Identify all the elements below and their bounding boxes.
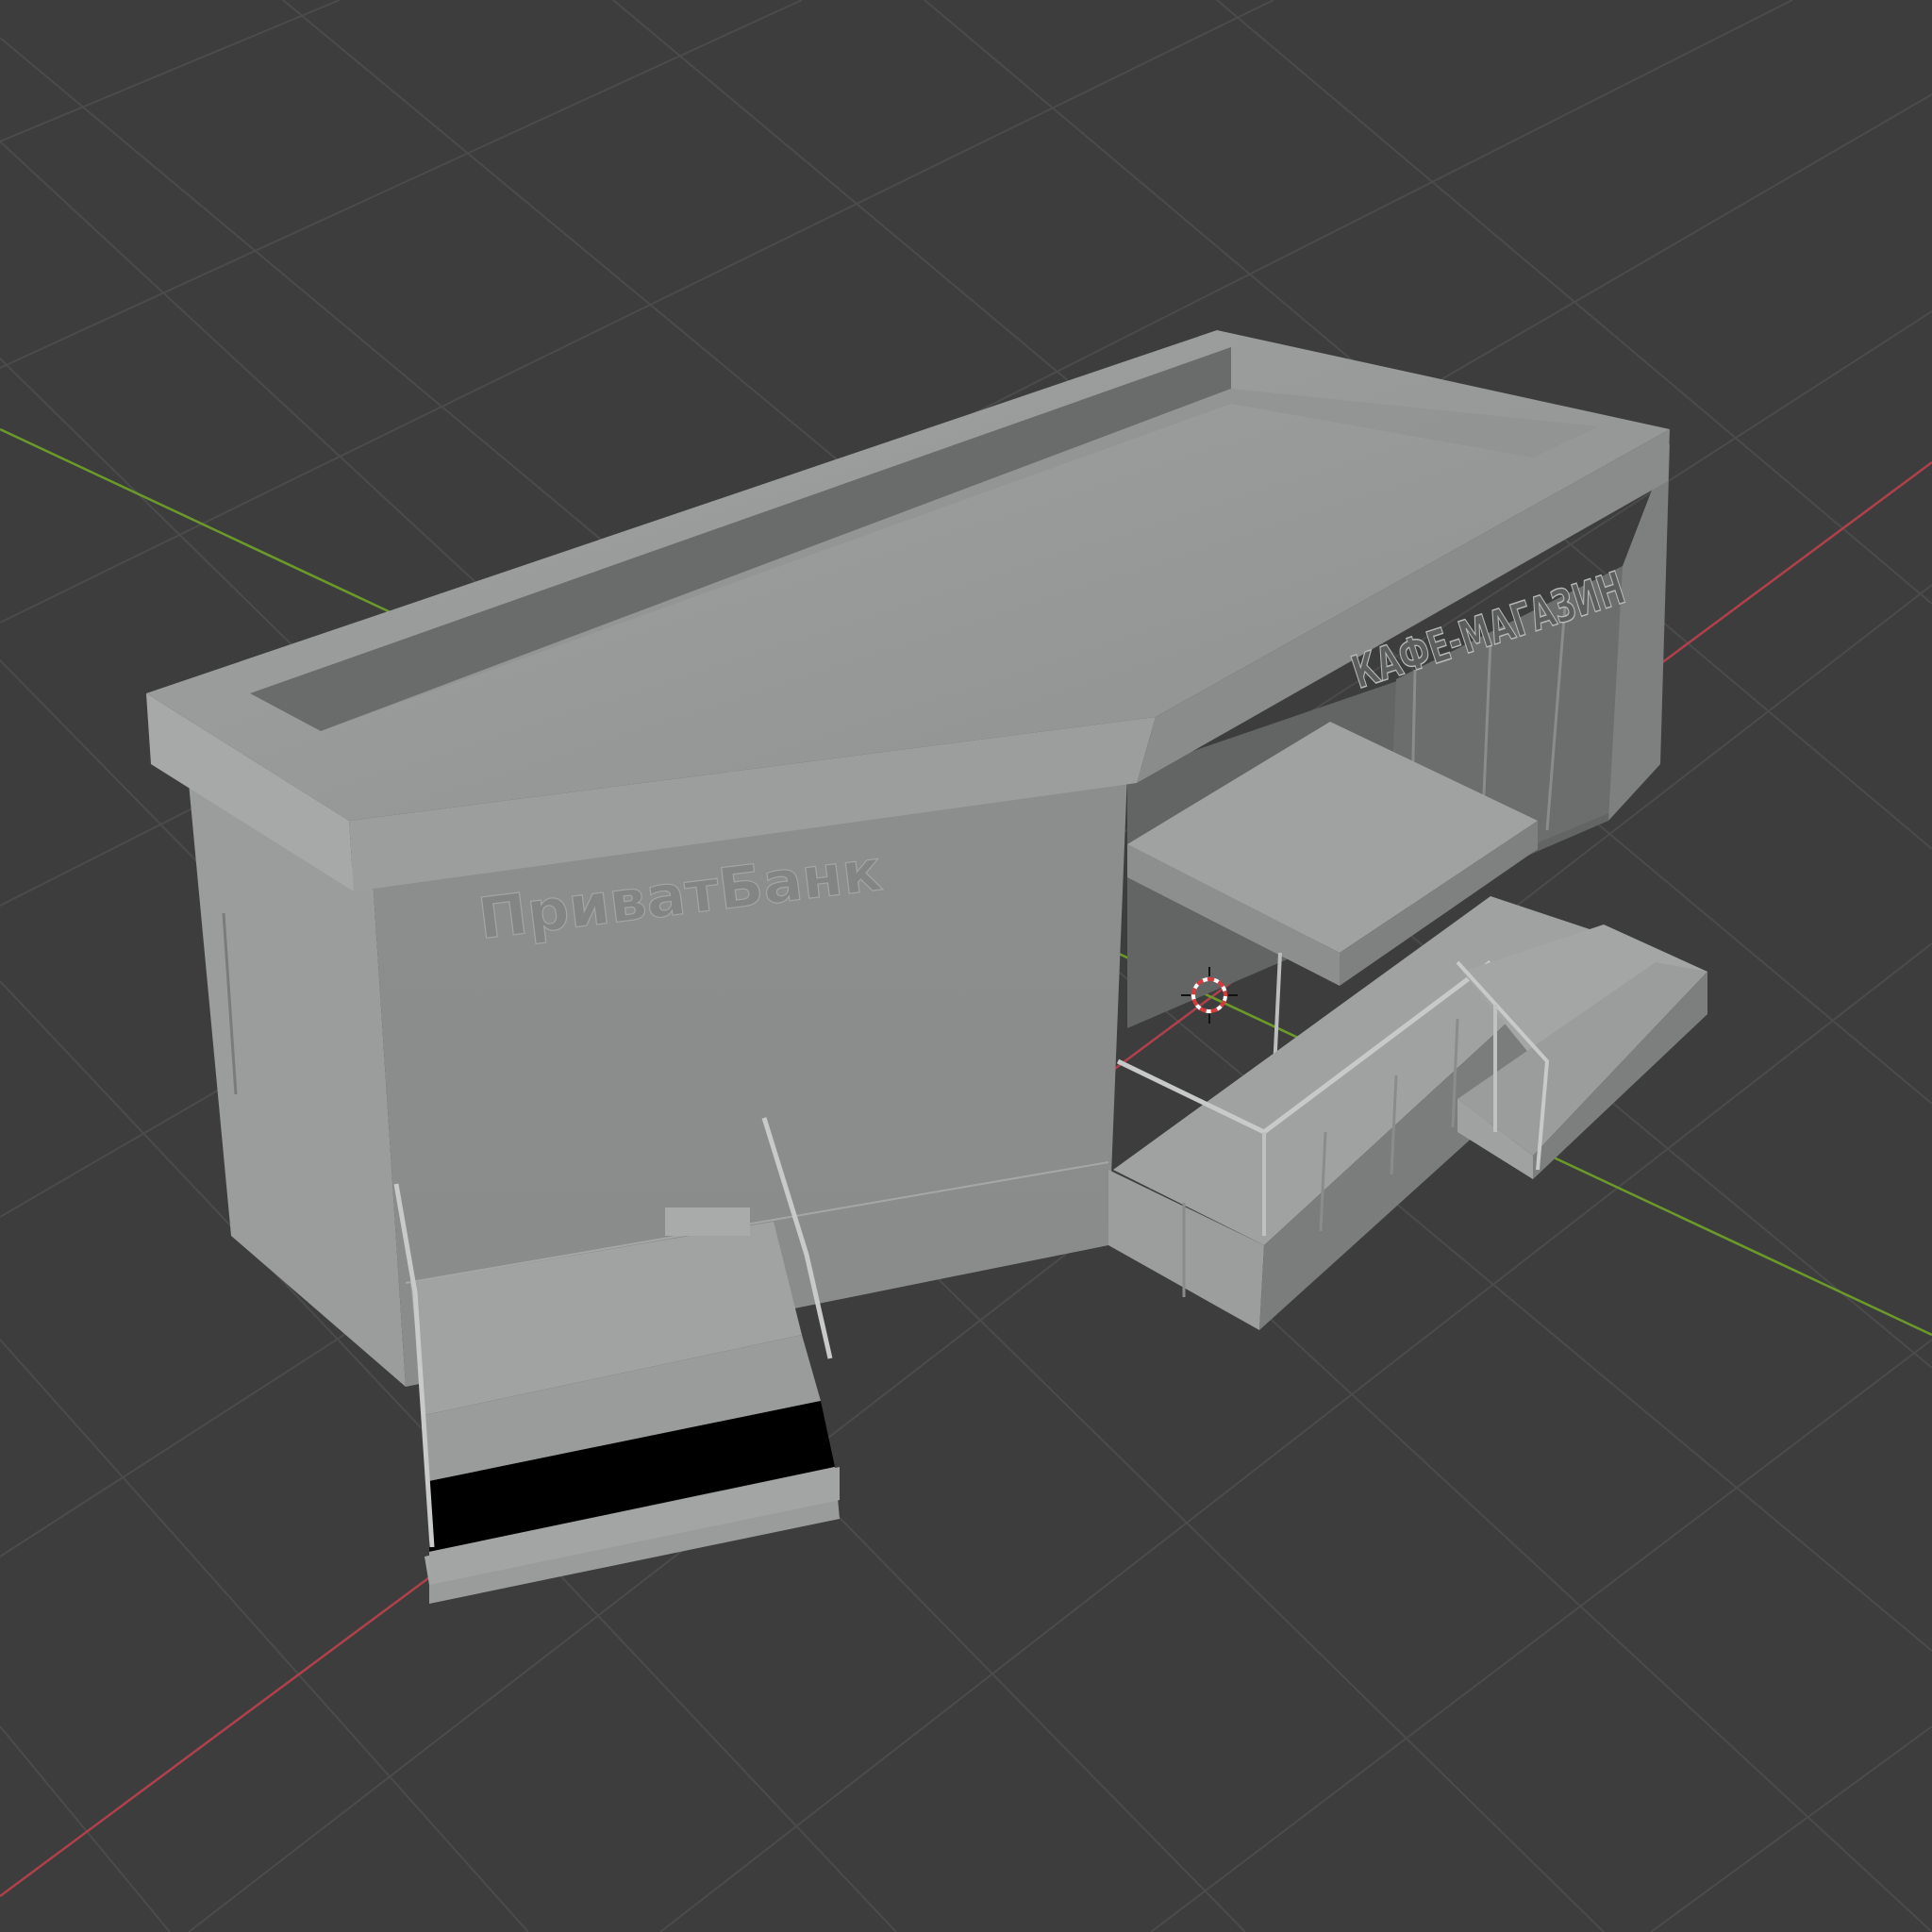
building-model[interactable]: ПриватБанк КАФЕ-МАГАЗИН: [146, 330, 1707, 1604]
3d-viewport[interactable]: ПриватБанк КАФЕ-МАГАЗИН: [0, 0, 1932, 1932]
mailbox: [665, 1208, 750, 1236]
